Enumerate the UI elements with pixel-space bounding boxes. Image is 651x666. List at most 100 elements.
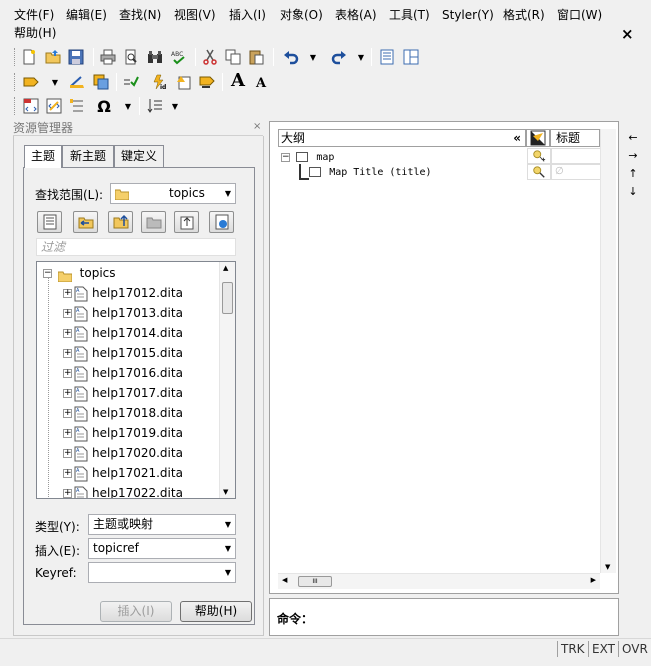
decrease-font-size-icon[interactable]: A — [252, 74, 270, 92]
redo-dropdown-chevron-icon[interactable]: ▼ — [357, 48, 365, 66]
title-column-header[interactable]: 标题 — [550, 129, 600, 147]
expand-icon[interactable]: + — [63, 469, 72, 478]
expand-icon[interactable]: + — [63, 429, 72, 438]
spell-check-icon[interactable]: ABC — [170, 48, 188, 66]
insert-symbol-omega-icon[interactable]: Ω — [95, 97, 113, 116]
collapse-icon[interactable]: − — [43, 269, 52, 278]
scroll-down-icon[interactable]: ▼ — [605, 563, 610, 571]
new-folder-button[interactable] — [141, 211, 166, 233]
tab-key-definitions[interactable]: 键定义 — [114, 145, 164, 167]
menu-file[interactable]: 文件(F) — [14, 6, 54, 24]
insert-list-icon[interactable] — [68, 97, 86, 115]
validate-icon[interactable] — [122, 73, 140, 91]
cut-icon[interactable] — [201, 48, 219, 66]
open-folder-icon[interactable] — [44, 48, 62, 66]
expand-icon[interactable]: + — [63, 329, 72, 338]
status-overwrite[interactable]: OVR — [618, 641, 651, 657]
expand-icon[interactable]: + — [63, 449, 72, 458]
expand-icon[interactable]: + — [63, 389, 72, 398]
insert-element-icon[interactable] — [22, 73, 40, 91]
hscroll-thumb[interactable]: III — [298, 576, 332, 587]
arrow-right-icon[interactable]: → — [625, 148, 641, 164]
tree-root-item[interactable]: − topics — [43, 263, 116, 283]
keyref-select[interactable]: ▼ — [88, 562, 236, 583]
split-view-icon[interactable] — [402, 48, 420, 66]
list-item[interactable]: + Ahelp17016.dita — [63, 363, 183, 383]
tab-new-topic[interactable]: 新主题 — [62, 145, 114, 167]
arrow-left-icon[interactable]: ← — [625, 130, 641, 146]
insert-select[interactable]: topicref ▼ — [88, 538, 236, 559]
type-select[interactable]: 主题或映射 ▼ — [88, 514, 236, 535]
scrollbar-thumb[interactable] — [222, 282, 233, 314]
title-cell-empty[interactable] — [551, 148, 601, 164]
help-button[interactable]: 帮助(H) — [180, 601, 252, 622]
refresh-button[interactable] — [174, 211, 199, 233]
sort-dropdown-chevron-icon[interactable]: ▼ — [171, 97, 179, 115]
menu-insert[interactable]: 插入(I) — [229, 6, 266, 24]
wrap-element-icon[interactable] — [92, 73, 110, 91]
arrow-up-icon[interactable]: ↑ — [625, 166, 641, 182]
scroll-left-icon[interactable]: ◀ — [282, 576, 287, 584]
menu-find[interactable]: 查找(N) — [119, 6, 161, 24]
list-item[interactable]: + Ahelp17012.dita — [63, 283, 183, 303]
outline-vscroll[interactable]: ▼ — [600, 129, 616, 573]
back-button[interactable] — [73, 211, 98, 233]
toolbar-grip[interactable] — [14, 73, 17, 91]
title-cell-null[interactable]: ∅ — [551, 164, 601, 180]
list-item[interactable]: + Ahelp17018.dita — [63, 403, 183, 423]
toolbar-grip[interactable] — [14, 48, 17, 66]
status-track-changes[interactable]: TRK — [557, 641, 588, 657]
menu-help[interactable]: 帮助(H) — [14, 24, 56, 42]
collapse-chevrons-icon[interactable]: « — [513, 130, 521, 146]
filter-input[interactable]: 过滤 — [36, 238, 236, 256]
scroll-down-icon[interactable]: ▼ — [223, 488, 228, 496]
tab-topics[interactable]: 主题 — [24, 145, 62, 168]
print-icon[interactable] — [99, 48, 117, 66]
arrow-down-icon[interactable]: ↓ — [625, 184, 641, 200]
menu-tools[interactable]: 工具(T) — [389, 6, 430, 24]
insert-button[interactable]: 插入(I) — [100, 601, 172, 622]
list-item[interactable]: + Ahelp17014.dita — [63, 323, 183, 343]
list-item[interactable]: + Ahelp17021.dita — [63, 463, 183, 483]
status-extend[interactable]: EXT — [588, 641, 618, 657]
outline-hscroll[interactable]: ◀ III ▶ — [278, 573, 600, 589]
change-element-icon[interactable] — [68, 73, 86, 91]
save-icon[interactable] — [67, 48, 85, 66]
list-item[interactable]: + Ahelp17013.dita — [63, 303, 183, 323]
apply-style-icon[interactable] — [198, 73, 216, 91]
add-attribute-icon[interactable] — [527, 148, 551, 164]
redo-icon[interactable] — [330, 48, 348, 66]
expand-icon[interactable]: + — [63, 409, 72, 418]
undo-dropdown-chevron-icon[interactable]: ▼ — [309, 48, 317, 66]
close-document-icon[interactable]: × — [621, 25, 634, 43]
menu-window[interactable]: 窗口(W) — [557, 6, 602, 24]
menu-object[interactable]: 对象(O) — [280, 6, 323, 24]
insert-link-icon[interactable] — [45, 97, 63, 115]
menu-table[interactable]: 表格(A) — [335, 6, 377, 24]
insert-attribute-icon[interactable] — [175, 73, 193, 91]
collapse-icon[interactable]: − — [281, 152, 290, 162]
menu-styler[interactable]: Styler(Y) — [442, 6, 494, 24]
scroll-up-icon[interactable]: ▲ — [223, 264, 228, 272]
command-area[interactable]: 命令： — [269, 598, 619, 636]
scope-select[interactable]: topics ▼ — [110, 183, 236, 204]
paste-icon[interactable] — [247, 48, 265, 66]
expand-icon[interactable]: + — [63, 369, 72, 378]
expand-icon[interactable]: + — [63, 489, 72, 498]
panel-close-icon[interactable]: × — [253, 121, 261, 132]
toolbar-grip[interactable] — [14, 97, 17, 115]
find-binoculars-icon[interactable] — [146, 48, 164, 66]
menu-view[interactable]: 视图(V) — [174, 6, 216, 24]
view-list-button[interactable] — [37, 211, 62, 233]
outline-child-row[interactable]: Map Title (title) — [309, 167, 524, 181]
print-preview-icon[interactable] — [122, 48, 140, 66]
list-item[interactable]: + Ahelp17017.dita — [63, 383, 183, 403]
list-item[interactable]: + Ahelp17015.dita — [63, 343, 183, 363]
document-view-icon[interactable] — [378, 48, 396, 66]
list-item[interactable]: + Ahelp17019.dita — [63, 423, 183, 443]
attribute-search-icon[interactable] — [527, 164, 551, 180]
insert-element-dropdown-chevron-icon[interactable]: ▼ — [51, 73, 59, 91]
list-item[interactable]: + Ahelp17020.dita — [63, 443, 183, 463]
menu-edit[interactable]: 编辑(E) — [66, 6, 107, 24]
new-file-icon[interactable] — [20, 48, 38, 66]
